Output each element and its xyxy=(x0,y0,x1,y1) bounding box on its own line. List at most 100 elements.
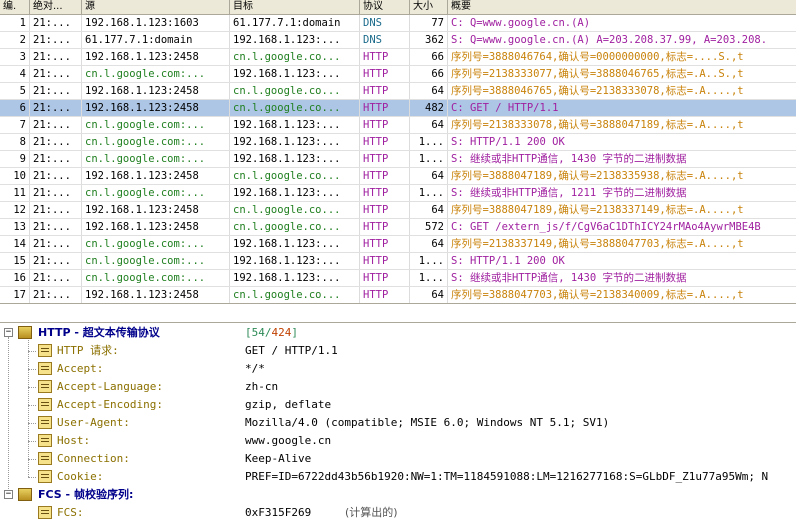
packet-source: cn.l.google.com:... xyxy=(82,253,230,269)
http-byte-range: [54/424] xyxy=(245,326,298,339)
packet-size: 64 xyxy=(410,117,448,133)
packet-time: 21:... xyxy=(30,253,82,269)
packet-row[interactable]: 12 21:... 192.168.1.123:2458 cn.l.google.co… xyxy=(0,202,796,219)
packet-row[interactable]: 4 21:... cn.l.google.com:... 192.168.1.123:… xyxy=(0,66,796,83)
tree-field-http[interactable]: User-Agent: Mozilla/4.0 (compatible; MSIE… xyxy=(0,414,796,432)
packet-protocol: HTTP xyxy=(360,185,410,201)
field-icon xyxy=(38,470,52,483)
packet-size: 1... xyxy=(410,185,448,201)
packet-source: cn.l.google.com:... xyxy=(82,151,230,167)
packet-source: cn.l.google.com:... xyxy=(82,270,230,286)
tree-field-http[interactable]: Accept-Language: zh-cn xyxy=(0,378,796,396)
packet-destination: 192.168.1.123:... xyxy=(230,66,360,82)
packet-row[interactable]: 8 21:... cn.l.google.com:... 192.168.1.123:… xyxy=(0,134,796,151)
protocol-icon xyxy=(18,326,32,339)
col-header-size[interactable]: 大小 xyxy=(410,0,448,14)
packet-time: 21:... xyxy=(30,117,82,133)
packet-row[interactable]: 6 21:... 192.168.1.123:2458 cn.l.google.co.… xyxy=(0,100,796,117)
packet-summary: 序列号=3888046764,确认号=0000000000,标志=....S.,… xyxy=(451,51,744,63)
collapse-toggle[interactable]: − xyxy=(4,328,13,337)
packet-row[interactable]: 1 21:... 192.168.1.123:1603 61.177.7.1:doma… xyxy=(0,15,796,32)
packet-size: 64 xyxy=(410,287,448,303)
packet-row[interactable]: 2 21:... 61.177.7.1:domain 192.168.1.123:..… xyxy=(0,32,796,49)
col-header-time[interactable]: 绝对... xyxy=(30,0,82,14)
field-icon xyxy=(38,506,52,519)
packet-list[interactable]: 编. 绝对... 源 目标 协议 大小 概要 1 21:... 192.168.1.… xyxy=(0,0,796,303)
packet-time: 21:... xyxy=(30,202,82,218)
packet-summary: S: Q=www.google.cn.(A) A=203.208.37.99, … xyxy=(451,34,768,46)
tree-field-http[interactable]: Accept-Encoding: gzip, deflate xyxy=(0,396,796,414)
packet-number: 6 xyxy=(0,100,30,116)
field-icon xyxy=(38,362,52,375)
packet-size: 66 xyxy=(410,49,448,65)
tree-line xyxy=(28,459,36,460)
packet-protocol: HTTP xyxy=(360,49,410,65)
tree-node-fcs[interactable]: − FCS - 帧校验序列: xyxy=(0,486,796,504)
packet-row[interactable]: 17 21:... 192.168.1.123:2458 cn.l.google.co… xyxy=(0,287,796,303)
packet-list-header: 编. 绝对... 源 目标 协议 大小 概要 xyxy=(0,0,796,15)
packet-protocol: HTTP xyxy=(360,100,410,116)
pane-splitter[interactable] xyxy=(0,303,796,323)
packet-row[interactable]: 11 21:... cn.l.google.com:... 192.168.1.123… xyxy=(0,185,796,202)
packet-row[interactable]: 7 21:... cn.l.google.com:... 192.168.1.123:… xyxy=(0,117,796,134)
col-header-summary[interactable]: 概要 xyxy=(448,0,796,14)
packet-summary: 序列号=3888047189,确认号=2138335938,标志=.A....,… xyxy=(451,170,744,182)
field-name: Accept: xyxy=(57,362,104,375)
packet-time: 21:... xyxy=(30,32,82,48)
packet-row[interactable]: 3 21:... 192.168.1.123:2458 cn.l.google.co.… xyxy=(0,49,796,66)
packet-size: 64 xyxy=(410,83,448,99)
packet-summary: 序列号=3888046765,确认号=2138333078,标志=.A....,… xyxy=(451,85,744,97)
packet-protocol: HTTP xyxy=(360,83,410,99)
packet-destination: 192.168.1.123:... xyxy=(230,134,360,150)
packet-destination: cn.l.google.co... xyxy=(230,287,360,303)
packet-size: 362 xyxy=(410,32,448,48)
packet-row[interactable]: 14 21:... cn.l.google.com:... 192.168.1.123… xyxy=(0,236,796,253)
tree-node-http[interactable]: − HTTP - 超文本传输协议 [54/424] xyxy=(0,324,796,342)
tree-field-http[interactable]: Accept: */* xyxy=(0,360,796,378)
packet-source: 192.168.1.123:2458 xyxy=(82,219,230,235)
tree-field-http[interactable]: HTTP 请求: GET / HTTP/1.1 xyxy=(0,342,796,360)
packet-summary: 序列号=2138333078,确认号=3888047189,标志=.A....,… xyxy=(451,119,744,131)
packet-source: cn.l.google.com:... xyxy=(82,185,230,201)
field-name: Host: xyxy=(57,434,91,447)
tree-field-fcs[interactable]: FCS: 0xF315F269 (计算出的) xyxy=(0,504,796,519)
field-name: HTTP 请求: xyxy=(57,344,119,357)
packet-protocol: HTTP xyxy=(360,66,410,82)
packet-row[interactable]: 5 21:... 192.168.1.123:2458 cn.l.google.co.… xyxy=(0,83,796,100)
packet-number: 4 xyxy=(0,66,30,82)
packet-detail-tree[interactable]: − HTTP - 超文本传输协议 [54/424] HTTP 请求: GET / … xyxy=(0,323,796,519)
packet-time: 21:... xyxy=(30,83,82,99)
field-icon xyxy=(38,398,52,411)
packet-destination: cn.l.google.co... xyxy=(230,219,360,235)
col-header-protocol[interactable]: 协议 xyxy=(360,0,410,14)
packet-size: 66 xyxy=(410,66,448,82)
packet-source: cn.l.google.com:... xyxy=(82,117,230,133)
packet-destination: cn.l.google.co... xyxy=(230,83,360,99)
tree-line xyxy=(28,441,36,442)
packet-time: 21:... xyxy=(30,270,82,286)
col-header-no[interactable]: 编. xyxy=(0,0,30,14)
packet-protocol: HTTP xyxy=(360,270,410,286)
collapse-toggle[interactable]: − xyxy=(4,490,13,499)
packet-source: 192.168.1.123:2458 xyxy=(82,83,230,99)
packet-number: 1 xyxy=(0,15,30,31)
packet-destination: 192.168.1.123:... xyxy=(230,151,360,167)
packet-number: 7 xyxy=(0,117,30,133)
col-header-source[interactable]: 源 xyxy=(82,0,230,14)
packet-source: 192.168.1.123:1603 xyxy=(82,15,230,31)
packet-row[interactable]: 15 21:... cn.l.google.com:... 192.168.1.123… xyxy=(0,253,796,270)
tree-field-http[interactable]: Host: www.google.cn xyxy=(0,432,796,450)
packet-row[interactable]: 16 21:... cn.l.google.com:... 192.168.1.123… xyxy=(0,270,796,287)
tree-field-http[interactable]: Cookie: PREF=ID=6722dd43b56b1920:NW=1:TM=… xyxy=(0,468,796,486)
packet-number: 13 xyxy=(0,219,30,235)
packet-protocol: HTTP xyxy=(360,287,410,303)
tree-field-http[interactable]: Connection: Keep-Alive xyxy=(0,450,796,468)
packet-row[interactable]: 9 21:... cn.l.google.com:... 192.168.1.123:… xyxy=(0,151,796,168)
tree-line xyxy=(28,405,36,406)
packet-row[interactable]: 13 21:... 192.168.1.123:2458 cn.l.google.co… xyxy=(0,219,796,236)
packet-protocol: HTTP xyxy=(360,253,410,269)
col-header-destination[interactable]: 目标 xyxy=(230,0,360,14)
packet-row[interactable]: 10 21:... 192.168.1.123:2458 cn.l.google.co… xyxy=(0,168,796,185)
tree-line xyxy=(28,477,36,478)
packet-destination: cn.l.google.co... xyxy=(230,49,360,65)
